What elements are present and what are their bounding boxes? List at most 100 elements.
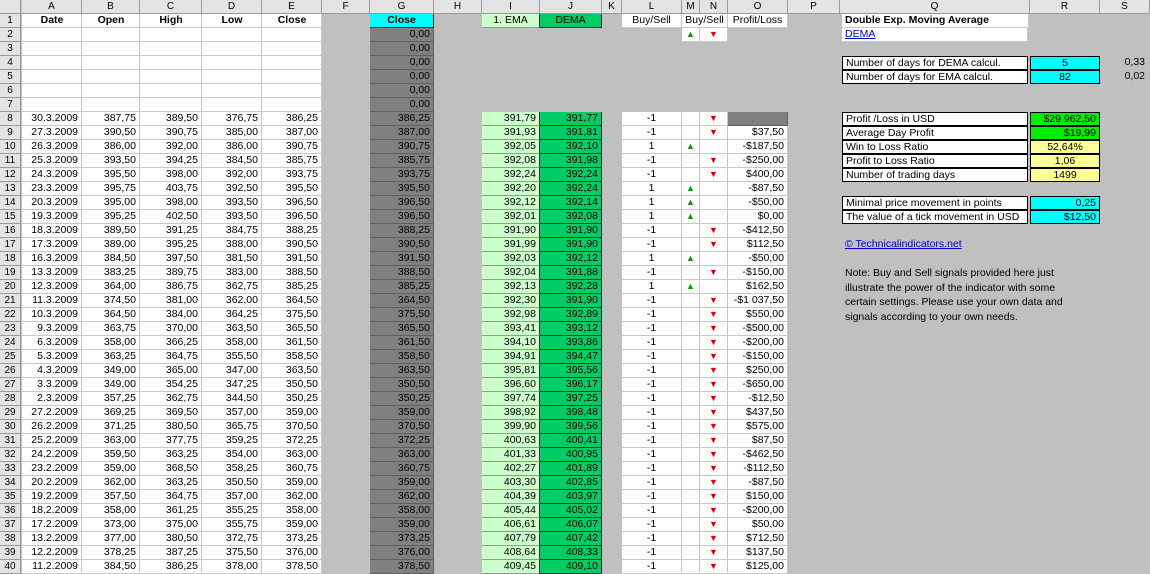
cell-dema[interactable]: 407,42	[540, 532, 602, 546]
cell-ema[interactable]: 392,01	[482, 210, 540, 224]
header-date[interactable]: Date	[22, 14, 82, 28]
cell-date[interactable]: 13.2.2009	[22, 532, 82, 546]
cell-profit-loss[interactable]: -$187,50	[728, 140, 788, 154]
header-profit-loss[interactable]: Profit/Loss	[728, 14, 788, 28]
cell-date[interactable]: 27.3.2009	[22, 126, 82, 140]
row-header[interactable]: 38	[0, 532, 21, 546]
header-low[interactable]: Low	[202, 14, 262, 28]
cell-close[interactable]: 391,50	[262, 252, 322, 266]
cell-profit-loss[interactable]: -$500,00	[728, 322, 788, 336]
cell-open[interactable]: 364,50	[82, 308, 140, 322]
header-dema[interactable]: DEMA	[540, 14, 602, 28]
cell-profit-loss[interactable]: -$12,50	[728, 392, 788, 406]
cell-signal[interactable]: 1	[622, 252, 682, 266]
sheet-cell[interactable]	[262, 28, 322, 42]
cell-ema[interactable]: 394,91	[482, 350, 540, 364]
cell-low[interactable]: 359,25	[202, 434, 262, 448]
cell-close[interactable]: 385,75	[262, 154, 322, 168]
cell-date[interactable]: 13.3.2009	[22, 266, 82, 280]
sheet-cell[interactable]	[202, 56, 262, 70]
cell-high[interactable]: 369,50	[140, 406, 202, 420]
cell-close[interactable]: 363,00	[262, 448, 322, 462]
cell-date[interactable]: 24.3.2009	[22, 168, 82, 182]
row-header[interactable]: 20	[0, 280, 21, 294]
row-header[interactable]: 26	[0, 364, 21, 378]
column-header-a[interactable]: A	[22, 0, 82, 14]
cell-close[interactable]: 358,00	[262, 504, 322, 518]
cell-low[interactable]: 355,50	[202, 350, 262, 364]
cell-close[interactable]: 385,25	[262, 280, 322, 294]
sheet-cell[interactable]	[140, 28, 202, 42]
cell-date[interactable]: 19.3.2009	[22, 210, 82, 224]
cell-ema[interactable]: 392,20	[482, 182, 540, 196]
cell-ema[interactable]: 400,63	[482, 434, 540, 448]
cell-low[interactable]: 392,00	[202, 168, 262, 182]
cell-close[interactable]: 396,50	[262, 196, 322, 210]
cell-high[interactable]: 381,00	[140, 294, 202, 308]
cell-signal[interactable]: -1	[622, 560, 682, 574]
cell-date[interactable]: 2.3.2009	[22, 392, 82, 406]
close-ref-cell[interactable]: 0,00	[370, 42, 434, 56]
cell-close[interactable]: 360,75	[262, 462, 322, 476]
cell-dema[interactable]: 391,81	[540, 126, 602, 140]
cell-close[interactable]: 390,50	[262, 238, 322, 252]
cell-date[interactable]: 24.2.2009	[22, 448, 82, 462]
cell-date[interactable]: 23.2.2009	[22, 462, 82, 476]
cell-high[interactable]: 380,50	[140, 420, 202, 434]
cell-ema[interactable]: 391,79	[482, 112, 540, 126]
cell-date[interactable]: 12.2.2009	[22, 546, 82, 560]
cell-signal[interactable]: -1	[622, 504, 682, 518]
cell-open[interactable]: 383,25	[82, 266, 140, 280]
cell-close-ref[interactable]: 359,00	[370, 476, 434, 490]
header-high[interactable]: High	[140, 14, 202, 28]
cell-ema[interactable]: 392,03	[482, 252, 540, 266]
cell-high[interactable]: 387,25	[140, 546, 202, 560]
sheet-cell[interactable]	[82, 56, 140, 70]
row-header[interactable]: 31	[0, 434, 21, 448]
days-ema-value[interactable]: 82	[1030, 70, 1100, 84]
cell-low[interactable]: 357,00	[202, 406, 262, 420]
cell-ema[interactable]: 409,45	[482, 560, 540, 574]
sheet-cell[interactable]	[82, 84, 140, 98]
cell-signal[interactable]: 1	[622, 210, 682, 224]
cell-profit-loss[interactable]: -$412,50	[728, 224, 788, 238]
cell-signal[interactable]: -1	[622, 308, 682, 322]
cell-open[interactable]: 378,25	[82, 546, 140, 560]
cell-close-ref[interactable]: 385,75	[370, 154, 434, 168]
column-header-f[interactable]: F	[322, 0, 370, 14]
row-header[interactable]: 18	[0, 252, 21, 266]
sheet-cell[interactable]	[140, 42, 202, 56]
cell-signal[interactable]: -1	[622, 518, 682, 532]
sheet-cell[interactable]	[262, 84, 322, 98]
cell-high[interactable]: 384,00	[140, 308, 202, 322]
sheet-cell[interactable]	[82, 42, 140, 56]
cell-open[interactable]: 373,00	[82, 518, 140, 532]
cell-profit-loss[interactable]: $250,00	[728, 364, 788, 378]
cell-profit-loss[interactable]: $575,00	[728, 420, 788, 434]
cell-open[interactable]: 358,00	[82, 336, 140, 350]
cell-profit-loss[interactable]: $162,50	[728, 280, 788, 294]
cell-close[interactable]: 390,75	[262, 140, 322, 154]
cell-profit-loss[interactable]: -$650,00	[728, 378, 788, 392]
cell-close-ref[interactable]: 376,00	[370, 546, 434, 560]
cell-dema[interactable]: 409,10	[540, 560, 602, 574]
row-header[interactable]: 4	[0, 56, 21, 70]
cell-close[interactable]: 363,50	[262, 364, 322, 378]
cell-dema[interactable]: 401,89	[540, 462, 602, 476]
cell-open[interactable]: 389,50	[82, 224, 140, 238]
cell-dema[interactable]: 392,12	[540, 252, 602, 266]
cell-profit-loss[interactable]: -$87,50	[728, 182, 788, 196]
cell-close[interactable]: 358,50	[262, 350, 322, 364]
cell-low[interactable]: 354,00	[202, 448, 262, 462]
cell-close-ref[interactable]: 361,50	[370, 336, 434, 350]
cell-profit-loss[interactable]: -$250,00	[728, 154, 788, 168]
row-header[interactable]: 3	[0, 42, 21, 56]
cell-close-ref[interactable]: 395,50	[370, 182, 434, 196]
column-header-i[interactable]: I	[482, 0, 540, 14]
cell-signal[interactable]: -1	[622, 406, 682, 420]
cell-signal[interactable]: -1	[622, 112, 682, 126]
cell-open[interactable]: 384,50	[82, 252, 140, 266]
sheet-cell[interactable]	[22, 56, 82, 70]
cell-open[interactable]: 395,50	[82, 168, 140, 182]
cell-profit-loss[interactable]: $50,00	[728, 518, 788, 532]
